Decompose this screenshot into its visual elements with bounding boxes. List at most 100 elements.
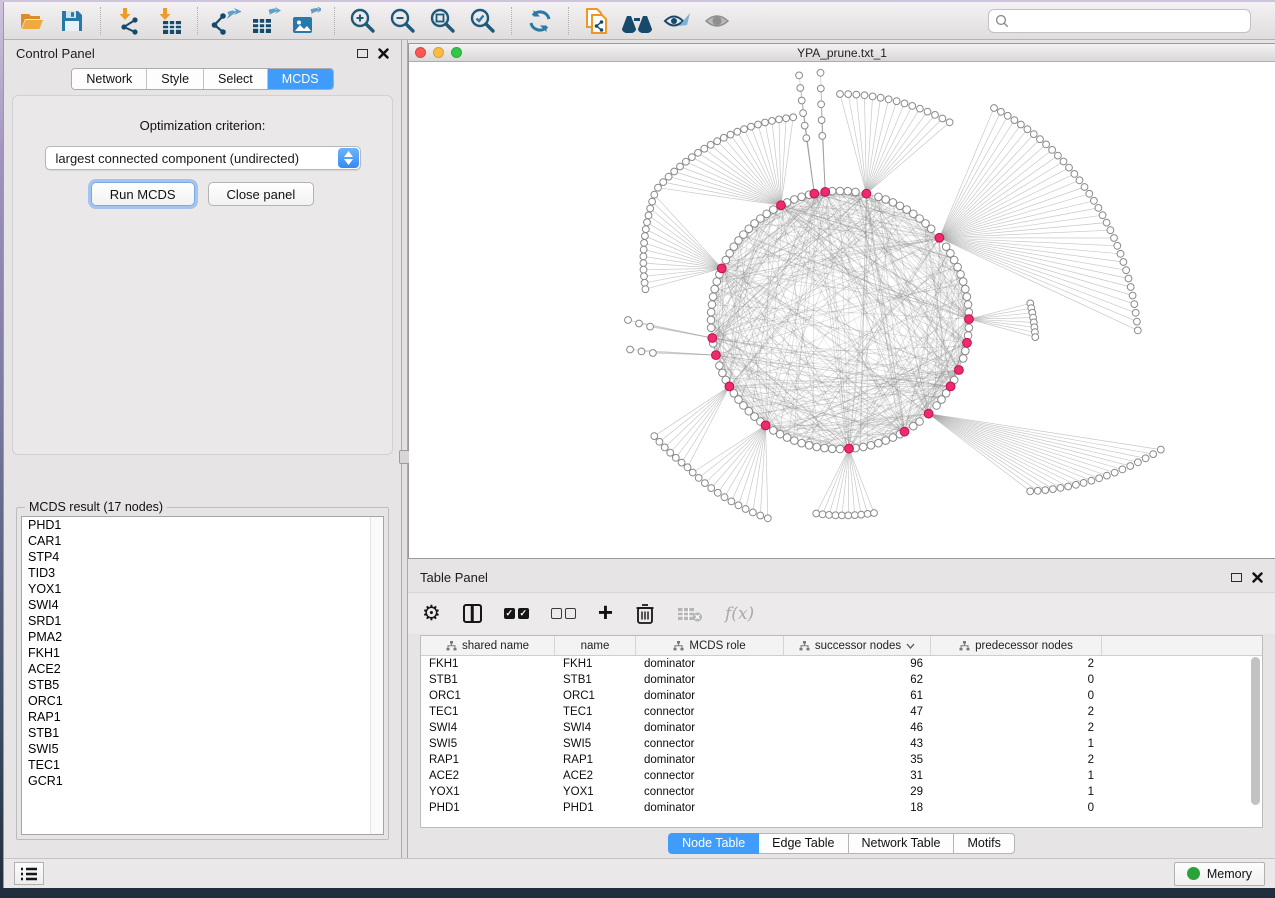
mcds-result-item[interactable]: GCR1 [22, 773, 383, 789]
show-all-button[interactable] [697, 5, 737, 37]
mcds-result-item[interactable]: SWI5 [22, 741, 383, 757]
table-cell[interactable]: 2 [931, 752, 1102, 768]
table-cell[interactable]: YOX1 [555, 784, 636, 800]
table-cell[interactable]: 0 [931, 672, 1102, 688]
column-header-predecessor-nodes[interactable]: predecessor nodes [931, 636, 1102, 655]
panel-splitter[interactable] [401, 40, 408, 858]
table-row[interactable]: FKH1FKH1dominator962 [421, 656, 1262, 672]
table-cell[interactable]: RAP1 [555, 752, 636, 768]
table-cell[interactable]: 46 [784, 720, 931, 736]
mcds-result-item[interactable]: STP4 [22, 549, 383, 565]
tab-select[interactable]: Select [204, 69, 268, 89]
column-header-name[interactable]: name [555, 636, 636, 655]
table-cell[interactable]: SWI5 [555, 736, 636, 752]
table-row[interactable]: STB1STB1dominator620 [421, 672, 1262, 688]
table-cell[interactable]: PHD1 [555, 800, 636, 816]
table-cell[interactable]: 1 [931, 736, 1102, 752]
mcds-result-list[interactable]: PHD1CAR1STP4TID3YOX1SWI4SRD1PMA2FKH1ACE2… [21, 516, 384, 835]
save-session-button[interactable] [52, 5, 92, 37]
table-cell[interactable]: STB1 [421, 672, 555, 688]
table-cell[interactable]: 96 [784, 656, 931, 672]
run-mcds-button[interactable]: Run MCDS [91, 182, 195, 206]
table-cell[interactable]: 18 [784, 800, 931, 816]
table-cell[interactable]: RAP1 [421, 752, 555, 768]
float-panel-icon[interactable] [357, 49, 368, 58]
table-cell[interactable]: dominator [636, 656, 784, 672]
table-cell[interactable]: 62 [784, 672, 931, 688]
mcds-result-item[interactable]: SRD1 [22, 613, 383, 629]
table-cell[interactable]: ACE2 [421, 768, 555, 784]
zoom-in-button[interactable] [343, 5, 383, 37]
mcds-result-item[interactable]: ACE2 [22, 661, 383, 677]
import-network-button[interactable] [109, 5, 149, 37]
float-table-panel-icon[interactable] [1231, 573, 1242, 582]
table-row[interactable]: ORC1ORC1dominator610 [421, 688, 1262, 704]
table-cell[interactable]: 0 [931, 688, 1102, 704]
refresh-button[interactable] [520, 5, 560, 37]
table-cell[interactable]: 1 [931, 768, 1102, 784]
tab-style[interactable]: Style [147, 69, 204, 89]
mcds-result-item[interactable]: CAR1 [22, 533, 383, 549]
mcds-result-item[interactable]: STB1 [22, 725, 383, 741]
table-cell[interactable]: ORC1 [555, 688, 636, 704]
table-cell[interactable]: 43 [784, 736, 931, 752]
mcds-result-item[interactable]: TID3 [22, 565, 383, 581]
table-cell[interactable]: 1 [931, 784, 1102, 800]
close-window-icon[interactable] [415, 47, 426, 58]
mcds-result-item[interactable]: YOX1 [22, 581, 383, 597]
first-neighbors-button[interactable] [617, 5, 657, 37]
mcds-result-item[interactable]: STB5 [22, 677, 383, 693]
mcds-result-item[interactable]: PMA2 [22, 629, 383, 645]
table-row[interactable]: PHD1PHD1dominator180 [421, 800, 1262, 816]
column-header-shared-name[interactable]: shared name [421, 636, 555, 655]
function-builder-button[interactable]: f(x) [725, 599, 754, 629]
table-settings-button[interactable]: ⚙ [422, 599, 441, 629]
deselect-all-rows-button[interactable] [551, 599, 576, 629]
table-cell[interactable]: SWI4 [421, 720, 555, 736]
table-cell[interactable]: 47 [784, 704, 931, 720]
zoom-fit-button[interactable] [423, 5, 463, 37]
import-table-button[interactable] [149, 5, 189, 37]
delete-columns-button[interactable] [635, 599, 655, 629]
mcds-list-scrollbar[interactable] [370, 517, 383, 834]
mcds-result-item[interactable]: SWI4 [22, 597, 383, 613]
table-cell[interactable]: STB1 [555, 672, 636, 688]
table-cell[interactable]: 2 [931, 704, 1102, 720]
table-cell[interactable]: PHD1 [421, 800, 555, 816]
show-task-history-button[interactable] [14, 862, 44, 885]
open-file-button[interactable] [12, 5, 52, 37]
tab-motifs[interactable]: Motifs [954, 833, 1014, 854]
table-row[interactable]: TEC1TEC1connector472 [421, 704, 1262, 720]
minimize-window-icon[interactable] [433, 47, 444, 58]
table-cell[interactable]: dominator [636, 672, 784, 688]
mcds-result-item[interactable]: PHD1 [22, 517, 383, 533]
zoom-selected-button[interactable] [463, 5, 503, 37]
tab-node-table[interactable]: Node Table [668, 833, 759, 854]
tab-network-table[interactable]: Network Table [849, 833, 955, 854]
export-image-button[interactable] [286, 5, 326, 37]
hide-selected-button[interactable] [657, 5, 697, 37]
add-column-button[interactable]: + [598, 599, 613, 629]
table-cell[interactable]: 31 [784, 768, 931, 784]
table-cell[interactable]: TEC1 [421, 704, 555, 720]
table-cell[interactable]: 2 [931, 656, 1102, 672]
table-cell[interactable]: FKH1 [555, 656, 636, 672]
mcds-result-item[interactable]: ORC1 [22, 693, 383, 709]
mcds-result-item[interactable]: TEC1 [22, 757, 383, 773]
table-cell[interactable]: 2 [931, 720, 1102, 736]
mcds-result-item[interactable]: RAP1 [22, 709, 383, 725]
optimization-criterion-select[interactable]: largest connected component (undirected) [45, 146, 361, 170]
search-field[interactable] [988, 9, 1251, 33]
table-scrollbar-thumb[interactable] [1251, 657, 1260, 805]
table-cell[interactable]: connector [636, 784, 784, 800]
table-row[interactable]: ACE2ACE2connector311 [421, 768, 1262, 784]
export-network-button[interactable] [206, 5, 246, 37]
split-column-button[interactable] [463, 599, 482, 629]
table-cell[interactable]: connector [636, 704, 784, 720]
copy-network-button[interactable] [577, 5, 617, 37]
export-table-button[interactable] [246, 5, 286, 37]
network-window-titlebar[interactable]: YPA_prune.txt_1 [409, 44, 1275, 62]
table-cell[interactable]: connector [636, 736, 784, 752]
table-cell[interactable]: dominator [636, 688, 784, 704]
tab-edge-table[interactable]: Edge Table [759, 833, 848, 854]
